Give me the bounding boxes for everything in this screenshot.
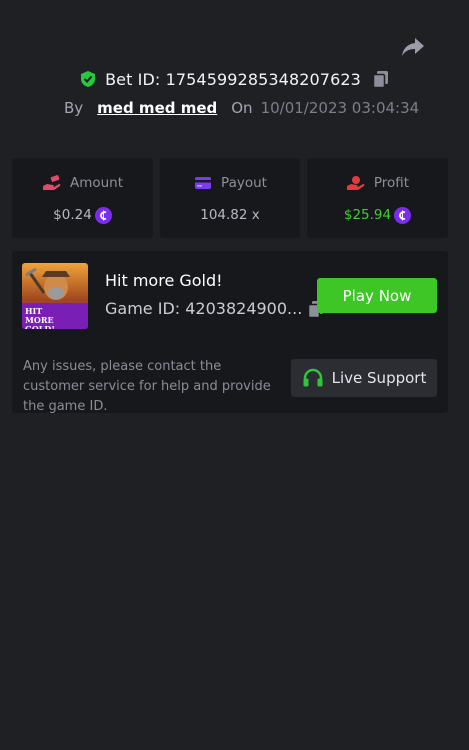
game-id-row: Game ID: 4203824900... — [105, 299, 325, 318]
profit-label: Profit — [373, 175, 410, 191]
copy-bet-id-icon[interactable] — [372, 70, 390, 88]
payout-value: 104.82 x — [200, 207, 260, 223]
thumbnail-logo-text: HIT MORE GOLD! — [25, 306, 55, 330]
live-support-label: Live Support — [331, 369, 427, 387]
share-button[interactable] — [398, 33, 428, 61]
profit-value: $25.94 — [343, 207, 392, 223]
coin-icon — [94, 206, 112, 224]
game-id: Game ID: 4203824900... — [105, 299, 303, 318]
amount-label: Amount — [69, 175, 124, 191]
support-notice: Any issues, please contact the customer … — [23, 359, 271, 414]
bet-meta-row: By med med med On 10/01/2023 03:04:34 — [64, 96, 419, 120]
bet-date: 10/01/2023 03:04:34 — [260, 99, 420, 117]
card-icon — [193, 175, 213, 191]
headset-icon — [302, 368, 324, 388]
live-support-button[interactable]: Live Support — [291, 359, 437, 397]
game-card: HIT MORE GOLD! Hit more Gold! Game ID: 4… — [12, 251, 448, 414]
bet-detail-page: Bet ID: 1754599285348207623 By med med m… — [0, 0, 469, 750]
amount-value: $0.24 — [53, 207, 92, 223]
game-title: Hit more Gold! — [105, 271, 223, 290]
coin-icon — [394, 206, 412, 224]
bet-id: Bet ID: 1754599285348207623 — [105, 69, 361, 89]
game-thumbnail[interactable]: HIT MORE GOLD! — [22, 263, 88, 329]
profit-hand-icon — [346, 175, 366, 191]
amount-card: Amount $0.24 — [12, 158, 153, 238]
verified-shield-icon — [79, 70, 97, 88]
on-label: On — [231, 99, 253, 117]
username-link[interactable]: med med med — [97, 99, 217, 117]
play-now-button[interactable]: Play Now — [317, 278, 437, 313]
hand-coins-icon — [42, 175, 62, 191]
by-label: By — [64, 99, 84, 117]
share-icon — [402, 38, 424, 56]
profit-card: Profit $25.94 — [307, 158, 448, 238]
bet-id-row: Bet ID: 1754599285348207623 — [0, 66, 469, 92]
payout-card: Payout 104.82 x — [160, 158, 300, 238]
payout-label: Payout — [221, 175, 267, 191]
